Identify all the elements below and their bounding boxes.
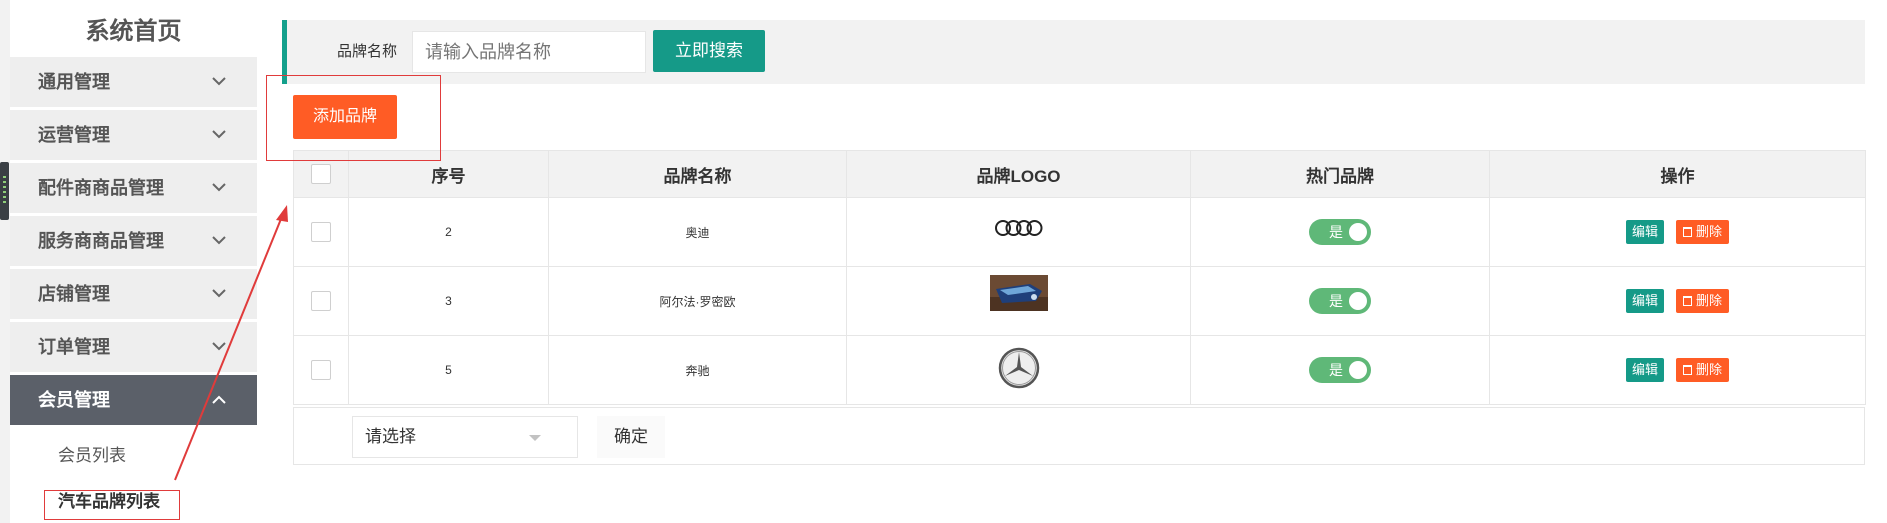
annotation-arrow — [174, 205, 288, 481]
